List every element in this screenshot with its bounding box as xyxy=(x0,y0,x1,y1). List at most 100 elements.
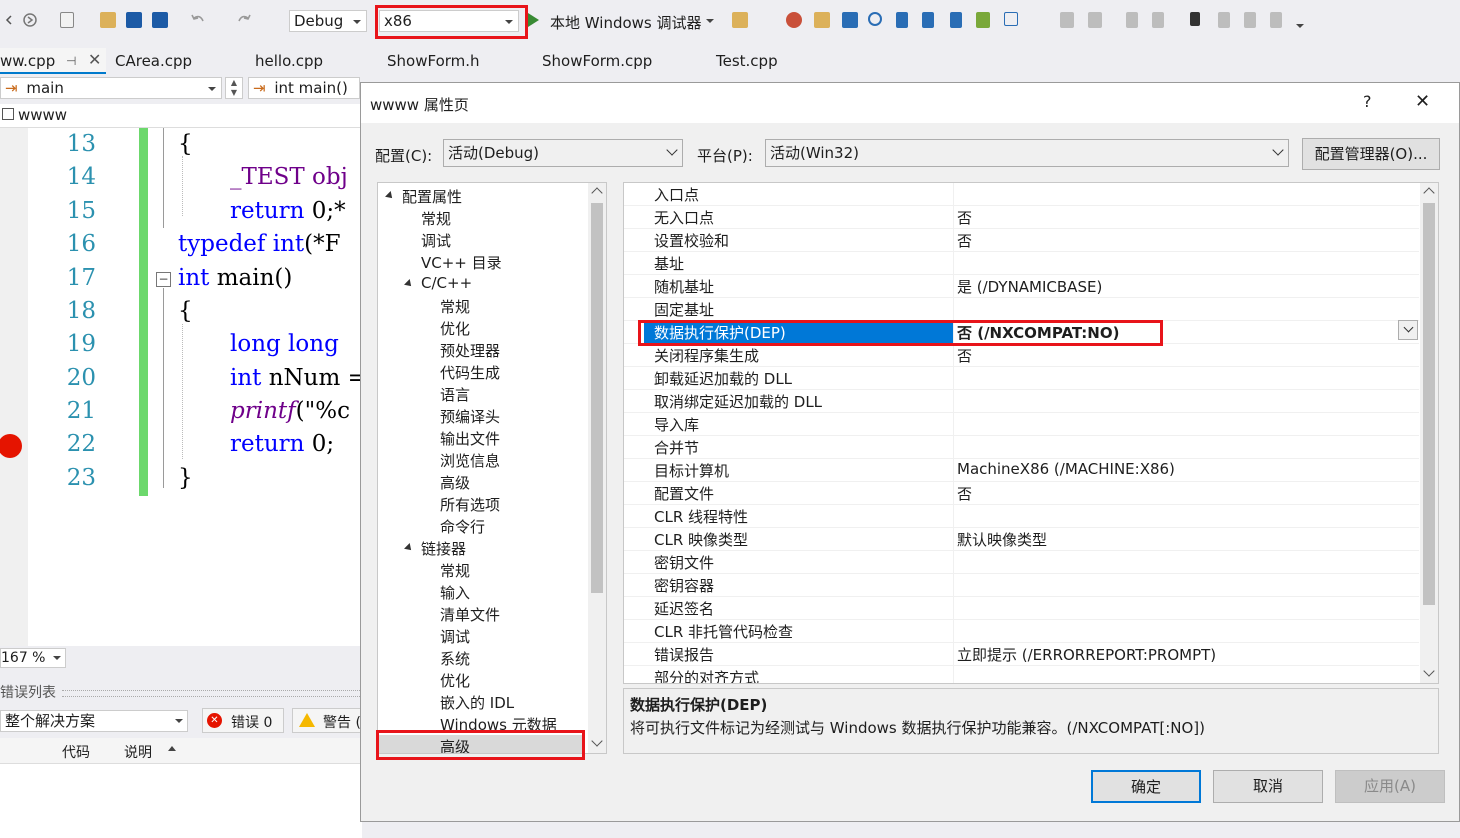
help-button[interactable]: ? xyxy=(1363,92,1372,111)
outdent-icon[interactable] xyxy=(1152,12,1164,28)
code-editor[interactable]: − 13 14 15 16 17 18 19 20 21 22 23 { _TE… xyxy=(0,128,367,646)
scroll-up-icon[interactable] xyxy=(1423,187,1435,199)
tree-item[interactable]: 系统 xyxy=(440,648,470,669)
property-row[interactable]: 错误报告 立即提示 (/ERRORREPORT:PROMPT) xyxy=(624,643,1419,666)
property-row[interactable]: 合并节 xyxy=(624,436,1419,459)
split-spinner[interactable]: ▲ ▼ xyxy=(225,77,243,99)
property-row[interactable]: 配置文件 否 xyxy=(624,482,1419,505)
scroll-down-icon[interactable] xyxy=(1423,665,1435,677)
property-row[interactable]: 固定基址 xyxy=(624,298,1419,321)
chevron-down-icon[interactable] xyxy=(706,19,714,23)
value-dropdown-button[interactable] xyxy=(1398,320,1418,340)
property-row[interactable]: 延迟签名 xyxy=(624,597,1419,620)
config-manager-button[interactable]: 配置管理器(O)... xyxy=(1302,138,1440,170)
scroll-up-icon[interactable] xyxy=(591,187,603,199)
property-row[interactable]: 设置校验和 否 xyxy=(624,229,1419,252)
next-bookmark-icon[interactable] xyxy=(1244,12,1256,28)
forward-icon[interactable] xyxy=(22,12,38,28)
tree-item[interactable]: 高级 xyxy=(440,472,470,493)
property-row[interactable]: 关闭程序集生成 否 xyxy=(624,344,1419,367)
tab-label[interactable]: ww.cpp xyxy=(0,52,55,70)
tree-item[interactable]: 优化 xyxy=(440,670,470,691)
tree-item[interactable]: 预编译头 xyxy=(440,406,500,427)
cancel-button[interactable]: 取消 xyxy=(1213,770,1323,803)
tree-item[interactable]: 命令行 xyxy=(440,516,485,537)
warnings-filter-button[interactable]: 警告 ( xyxy=(292,708,362,733)
comment-icon[interactable] xyxy=(1060,12,1074,28)
error-scope-select[interactable]: 整个解决方案 xyxy=(0,710,188,732)
property-row[interactable]: 导入库 xyxy=(624,413,1419,436)
tree-item[interactable]: 常规 xyxy=(440,560,470,581)
tree-item[interactable]: 调试 xyxy=(421,230,451,251)
apply-button[interactable]: 应用(A) xyxy=(1335,770,1445,803)
scope-select[interactable]: ⇥ main xyxy=(0,77,222,99)
property-row[interactable]: 入口点 xyxy=(624,183,1419,206)
debugger-label[interactable]: 本地 Windows 调试器 xyxy=(550,12,702,33)
tree-item[interactable]: 所有选项 xyxy=(440,494,500,515)
platform-select[interactable]: 活动(Win32) xyxy=(765,139,1289,167)
expand-triangle-icon[interactable] xyxy=(404,543,414,553)
browse-icon[interactable] xyxy=(842,12,858,28)
tree-item[interactable]: 预处理器 xyxy=(440,340,500,361)
property-grid[interactable]: 入口点 无入口点否设置校验和否基址 随机基址是 (/DYNAMICBASE) 固定基址… xyxy=(623,182,1439,684)
column-code[interactable]: 代码 xyxy=(62,742,90,762)
collapse-button[interactable]: − xyxy=(156,272,171,287)
tree-item[interactable]: 代码生成 xyxy=(440,362,500,383)
tree-item[interactable]: 清单文件 xyxy=(440,604,500,625)
zoom-select[interactable]: 167 % xyxy=(0,648,66,668)
save-all-icon[interactable] xyxy=(152,12,168,28)
overflow-icon[interactable] xyxy=(1296,24,1304,28)
property-row[interactable]: 目标计算机 MachineX86 (/MACHINE:X86) xyxy=(624,459,1419,482)
expand-triangle-icon[interactable] xyxy=(404,279,414,289)
step-back-icon[interactable] xyxy=(896,12,908,28)
tree-item[interactable]: 常规 xyxy=(440,296,470,317)
tree-item[interactable]: 输入 xyxy=(440,582,470,603)
column-description[interactable]: 说明 xyxy=(124,742,152,762)
tree-item[interactable]: 输出文件 xyxy=(440,428,500,449)
tree-item[interactable]: VC++ 目录 xyxy=(421,252,502,273)
open-folder-icon[interactable] xyxy=(100,12,116,28)
ok-button[interactable]: 确定 xyxy=(1091,770,1201,803)
tree-scroll-thumb[interactable] xyxy=(591,203,603,593)
back-icon[interactable] xyxy=(4,12,14,28)
tab-label[interactable]: Test.cpp xyxy=(716,52,778,70)
property-row[interactable]: CLR 映像类型 默认映像类型 xyxy=(624,528,1419,551)
step-into-icon[interactable] xyxy=(922,12,934,28)
tab-label[interactable]: hello.cpp xyxy=(255,52,323,70)
zoom-icon[interactable] xyxy=(868,12,882,26)
grid-scrollbar[interactable] xyxy=(1420,183,1438,683)
tree-item[interactable]: 链接器 xyxy=(421,538,466,559)
spellcheck-icon[interactable] xyxy=(976,12,990,28)
property-row[interactable]: 基址 xyxy=(624,252,1419,275)
step-out-icon[interactable] xyxy=(950,12,962,28)
expand-triangle-icon[interactable] xyxy=(385,191,395,201)
tree-item[interactable]: 嵌入的 IDL xyxy=(440,692,514,713)
undo-icon[interactable] xyxy=(190,12,206,28)
window-icon[interactable] xyxy=(1004,12,1018,26)
grid-scroll-thumb[interactable] xyxy=(1423,203,1435,605)
toolbox-icon[interactable] xyxy=(786,12,802,28)
tree-scrollbar[interactable] xyxy=(588,183,606,753)
attach-icon[interactable] xyxy=(814,12,830,28)
clear-bookmarks-icon[interactable] xyxy=(1270,12,1282,28)
tree-item[interactable]: 优化 xyxy=(440,318,470,339)
close-icon[interactable]: ✕ xyxy=(1415,91,1430,112)
property-row[interactable]: 密钥容器 xyxy=(624,574,1419,597)
start-debug-icon[interactable] xyxy=(528,13,539,27)
tree-item[interactable]: 语言 xyxy=(440,384,470,405)
property-row[interactable]: 随机基址 是 (/DYNAMICBASE) xyxy=(624,275,1419,298)
find-icon[interactable] xyxy=(732,12,748,28)
tree-item[interactable]: 常规 xyxy=(421,208,451,229)
tab-label[interactable]: ShowForm.h xyxy=(387,52,480,70)
errors-filter-button[interactable]: ✕ 错误 0 xyxy=(202,708,284,733)
indent-icon[interactable] xyxy=(1126,12,1138,28)
property-row[interactable]: 卸载延迟加载的 DLL xyxy=(624,367,1419,390)
member-select[interactable]: ⇥ int main() xyxy=(248,77,360,99)
redo-icon[interactable] xyxy=(236,12,252,28)
new-project-icon[interactable] xyxy=(60,12,74,28)
solution-config-select[interactable]: Debug xyxy=(289,10,367,32)
tab-label[interactable]: ShowForm.cpp xyxy=(542,52,652,70)
property-row[interactable]: CLR 线程特性 xyxy=(624,505,1419,528)
pin-icon[interactable]: ⊣ xyxy=(66,54,76,68)
tree-item[interactable]: 配置属性 xyxy=(402,186,462,207)
